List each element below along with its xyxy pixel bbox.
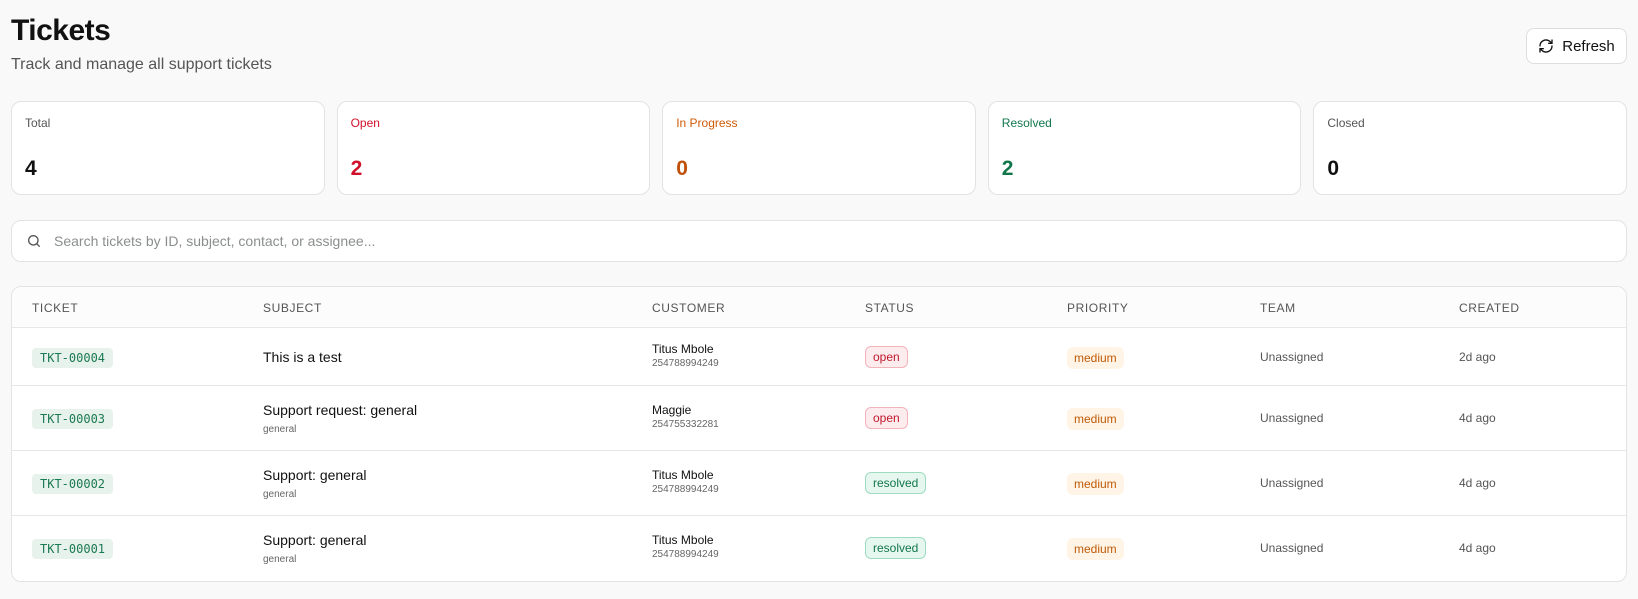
team-value: Unassigned: [1260, 476, 1324, 490]
created-value: 4d ago: [1459, 411, 1496, 425]
team-value: Unassigned: [1260, 350, 1324, 364]
stat-card-total: Total 4: [11, 101, 325, 195]
stat-value: 2: [350, 157, 363, 180]
tickets-page: Tickets Track and manage all support tic…: [11, 0, 1627, 582]
priority-badge: medium: [1067, 408, 1124, 430]
stat-value: 2: [1001, 157, 1014, 180]
refresh-icon: [1539, 39, 1553, 53]
priority-badge: medium: [1067, 347, 1124, 369]
ticket-subject[interactable]: Support request: general: [263, 402, 417, 418]
stat-value: 0: [676, 157, 688, 180]
refresh-label: Refresh: [1562, 37, 1615, 55]
stats-row: Total 4 Open 2 In Progress 0 Resolved 2 …: [11, 101, 1627, 195]
page-header: Tickets Track and manage all support tic…: [11, 0, 1627, 90]
table-row[interactable]: TKT-00004 This is a test Titus Mbole 254…: [12, 328, 1626, 386]
stat-value: 0: [1327, 157, 1340, 180]
team-value: Unassigned: [1260, 541, 1324, 555]
table-row[interactable]: TKT-00002 Support: general general Titus…: [12, 451, 1626, 516]
status-badge: resolved: [865, 472, 927, 494]
stat-value: 4: [25, 157, 37, 180]
customer-name: Titus Mbole: [652, 533, 714, 547]
stat-label: In Progress: [676, 116, 738, 130]
ticket-subject[interactable]: Support: general: [263, 532, 367, 548]
refresh-button[interactable]: Refresh: [1526, 28, 1627, 64]
customer-phone: 254788994249: [652, 484, 719, 495]
ticket-subject[interactable]: Support: general: [263, 467, 367, 483]
table-row[interactable]: TKT-00003 Support request: general gener…: [12, 386, 1626, 451]
customer-phone: 254755332281: [652, 419, 719, 430]
ticket-id[interactable]: TKT-00002: [32, 474, 114, 494]
ticket-category: general: [263, 554, 297, 565]
column-header-customer[interactable]: CUSTOMER: [652, 301, 725, 315]
table-row[interactable]: TKT-00001 Support: general general Titus…: [12, 516, 1626, 581]
column-header-subject[interactable]: SUBJECT: [263, 301, 322, 315]
tickets-table: TICKET SUBJECT CUSTOMER STATUS PRIORITY …: [11, 286, 1627, 582]
ticket-id[interactable]: TKT-00001: [32, 539, 114, 559]
search-icon: [28, 235, 40, 247]
table-header: TICKET SUBJECT CUSTOMER STATUS PRIORITY …: [12, 287, 1626, 328]
team-value: Unassigned: [1260, 411, 1324, 425]
ticket-category: general: [263, 489, 297, 500]
customer-phone: 254788994249: [652, 358, 719, 369]
customer-name: Maggie: [652, 403, 692, 417]
page-subtitle: Track and manage all support tickets: [11, 56, 272, 73]
stat-label: Closed: [1327, 116, 1365, 130]
priority-badge: medium: [1067, 538, 1124, 560]
stat-card-open: Open 2: [336, 101, 651, 195]
search-input[interactable]: [54, 233, 1554, 249]
stat-label: Open: [350, 116, 380, 130]
column-header-created[interactable]: CREATED: [1459, 301, 1520, 315]
search-bar: [11, 220, 1627, 262]
created-value: 2d ago: [1459, 350, 1496, 364]
status-badge: resolved: [865, 537, 927, 559]
customer-name: Titus Mbole: [652, 342, 714, 356]
stat-card-in-progress: In Progress 0: [662, 101, 976, 195]
ticket-subject[interactable]: This is a test: [263, 349, 342, 365]
column-header-priority[interactable]: PRIORITY: [1067, 301, 1128, 315]
ticket-id[interactable]: TKT-00003: [32, 409, 114, 429]
column-header-ticket[interactable]: TICKET: [32, 301, 78, 315]
priority-badge: medium: [1067, 473, 1124, 495]
created-value: 4d ago: [1459, 476, 1496, 490]
stat-card-resolved: Resolved 2: [987, 101, 1302, 195]
stat-card-closed: Closed 0: [1313, 101, 1627, 195]
status-badge: open: [865, 407, 908, 429]
stat-label: Total: [25, 116, 51, 130]
column-header-status[interactable]: STATUS: [865, 301, 914, 315]
status-badge: open: [865, 346, 908, 368]
ticket-id[interactable]: TKT-00004: [32, 348, 114, 368]
column-header-team[interactable]: TEAM: [1260, 301, 1296, 315]
created-value: 4d ago: [1459, 541, 1496, 555]
stat-label: Resolved: [1001, 116, 1052, 130]
ticket-category: general: [263, 424, 297, 435]
page-title: Tickets: [11, 14, 111, 47]
customer-name: Titus Mbole: [652, 468, 714, 482]
customer-phone: 254788994249: [652, 549, 719, 560]
